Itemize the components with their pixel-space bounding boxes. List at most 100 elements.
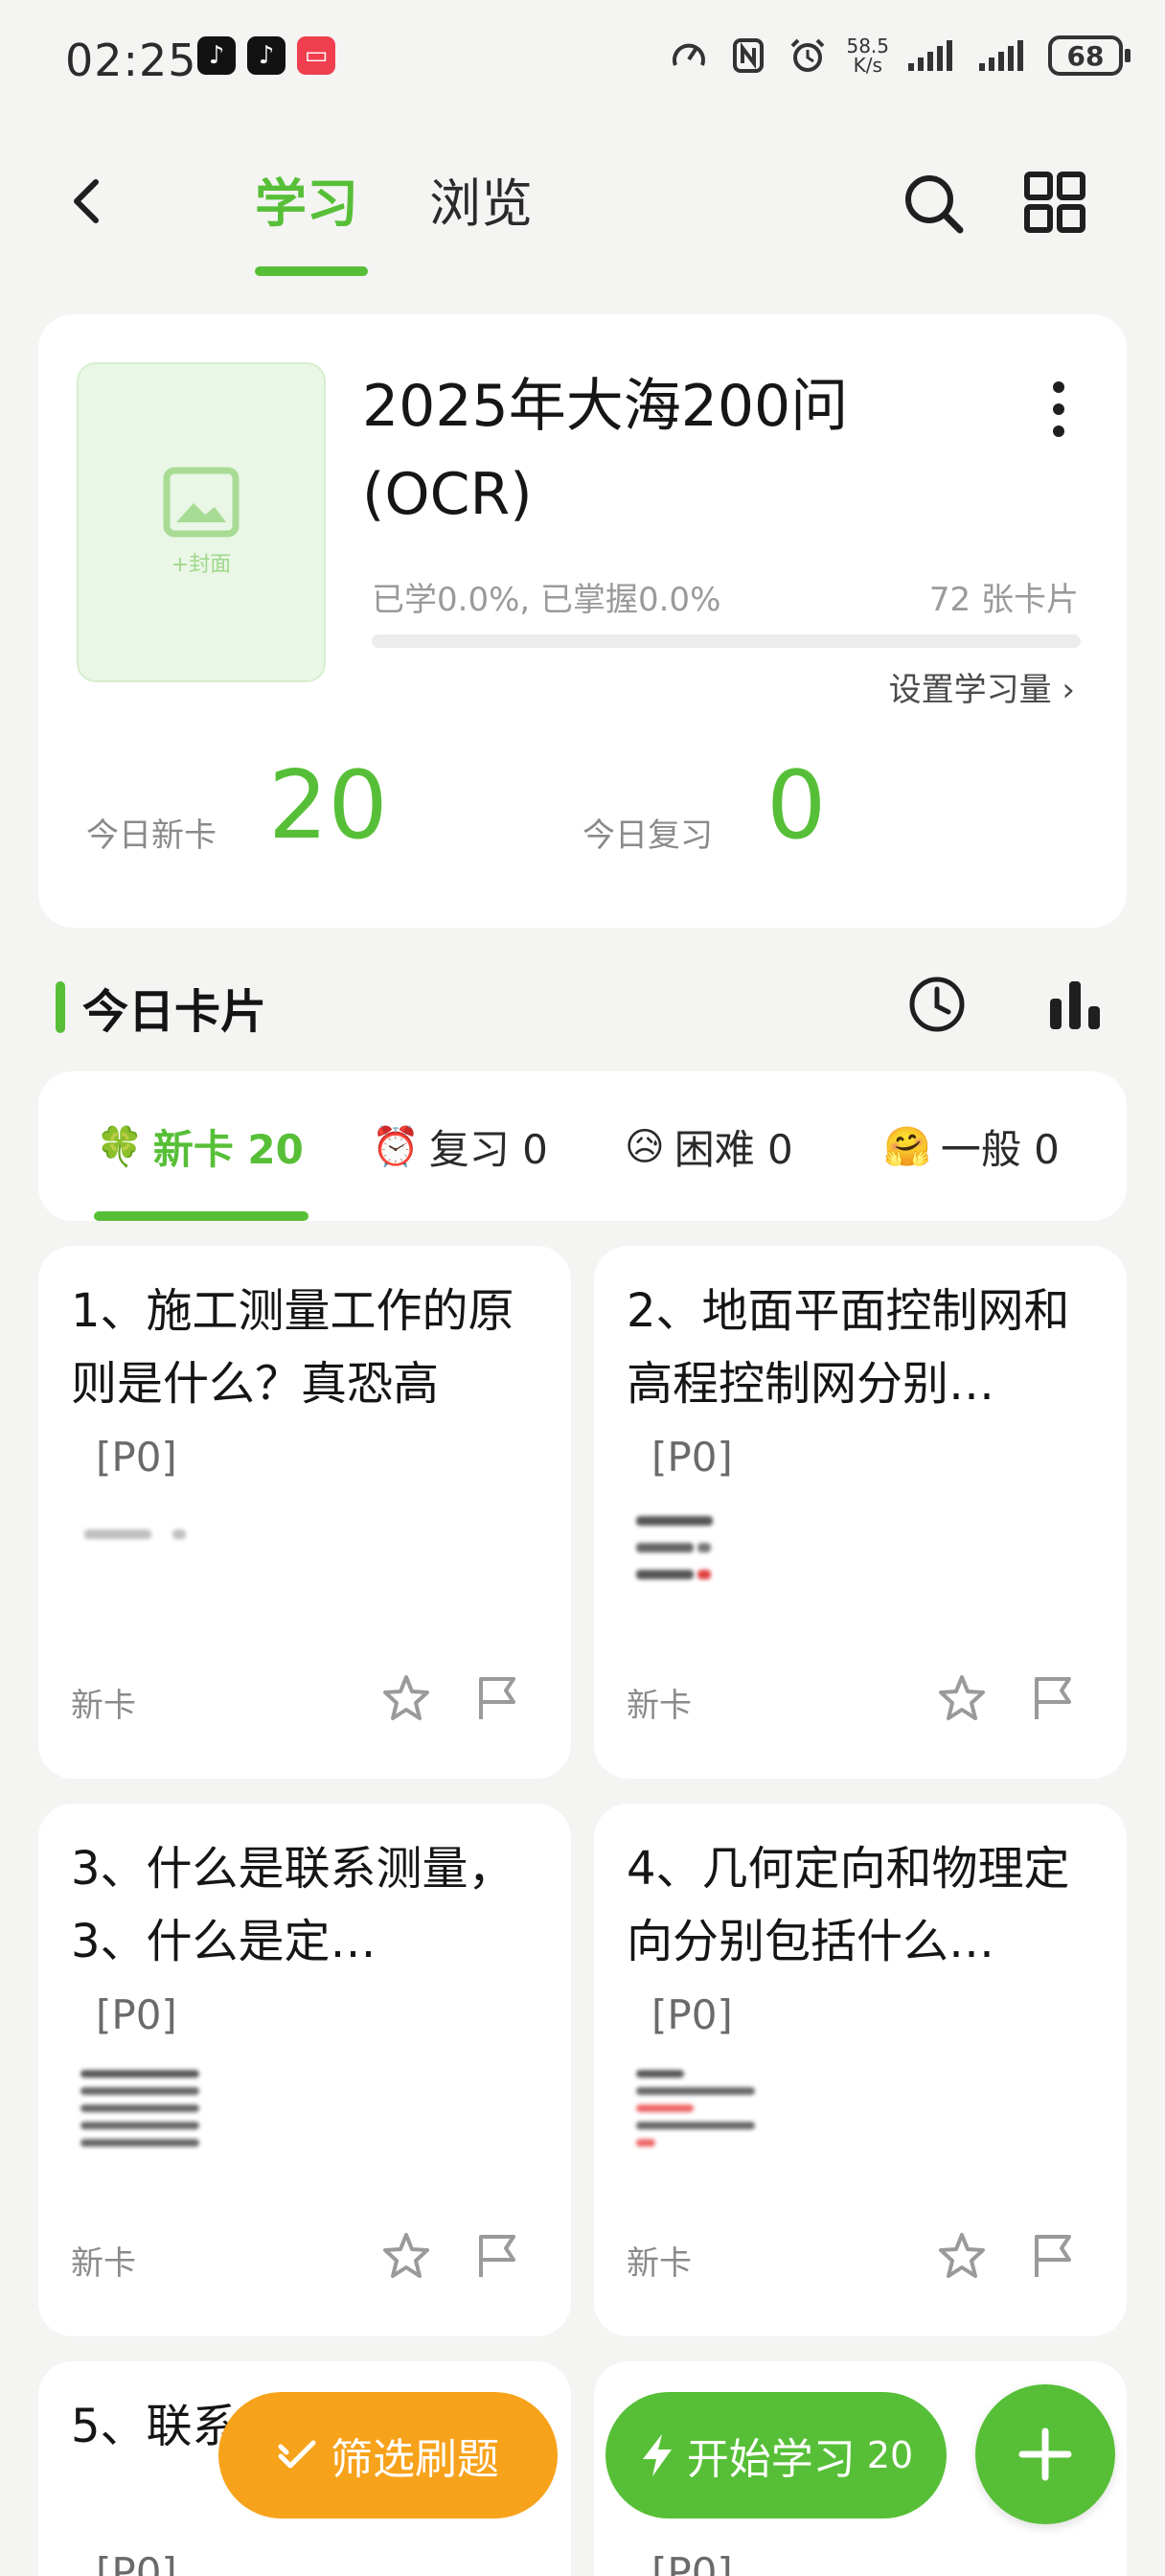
start-study-label: 开始学习 <box>686 2435 856 2484</box>
search-button[interactable] <box>901 171 968 238</box>
status-time: 02:25 <box>65 34 197 86</box>
battery-indicator: 68 <box>1048 35 1131 76</box>
card-status: 新卡 <box>71 1687 136 1725</box>
deck-title: 2025年大海200问(OCR) <box>362 373 849 528</box>
filter-practice-label: 筛选刷题 <box>331 2435 499 2484</box>
card-title: 1、施工测量工作的原则是什么？真恐高 <box>71 1284 514 1411</box>
section-accent-bar <box>56 981 65 1033</box>
card-count: 72 张卡片 <box>928 581 1079 619</box>
nfc-icon <box>727 34 769 77</box>
net-speed-unit: K/s <box>853 54 882 77</box>
tab-study[interactable]: 学习 <box>255 161 358 237</box>
cover-label: +封面 <box>171 553 232 577</box>
active-filter-indicator <box>94 1211 308 1221</box>
flag-button[interactable] <box>1027 1673 1077 1723</box>
card-title: 4、几何定向和物理定向分别包括什么… <box>627 1842 1070 1968</box>
star-icon <box>383 1675 429 1720</box>
filter-tab-new[interactable]: 🍀 新卡 20 <box>96 1117 304 1176</box>
battery-level: 68 <box>1066 39 1105 72</box>
flag-button[interactable] <box>471 2231 521 2281</box>
card-thumbnail <box>636 1510 770 1635</box>
card-status: 新卡 <box>627 2244 692 2283</box>
star-icon <box>939 2233 985 2278</box>
card-tag: [P0] <box>96 2549 177 2576</box>
filter-label: 一般 0 <box>940 1126 1060 1173</box>
star-icon <box>939 1675 985 1720</box>
flashcard[interactable]: 3、什么是联系测量，3、什么是定… [P0] 新卡 <box>38 1804 571 2336</box>
card-tag: [P0] <box>96 1991 177 2038</box>
lightning-icon <box>642 2434 672 2476</box>
card-title: 3、什么是联系测量，3、什么是定… <box>71 1842 514 1968</box>
star-button[interactable] <box>381 2231 431 2281</box>
tiktok-icon: ♪ <box>247 36 286 75</box>
hugging-face-icon: 🤗 <box>883 1125 931 1169</box>
history-button[interactable] <box>904 972 970 1037</box>
start-study-button[interactable]: 开始学习 20 <box>605 2392 947 2518</box>
flag-button[interactable] <box>471 1673 521 1723</box>
new-today-label: 今日新卡 <box>86 816 217 855</box>
flashcard[interactable]: 2、地面平面控制网和高程控制网分别… [P0] 新卡 <box>594 1246 1127 1779</box>
tab-browse[interactable]: 浏览 <box>429 161 533 237</box>
statistics-button[interactable] <box>1044 974 1106 1035</box>
card-title: 2、地面平面控制网和高程控制网分别… <box>627 1284 1070 1411</box>
alarm-clock-icon: ⏰ <box>372 1125 420 1169</box>
card-tag: [P0] <box>651 2549 733 2576</box>
flag-icon <box>1035 1677 1071 1719</box>
card-thumbnail <box>80 2068 215 2193</box>
card-thumbnail <box>80 1510 215 1635</box>
signal-icon <box>906 34 960 77</box>
status-app-icons: ♪ ♪ ▭ <box>197 36 335 75</box>
review-today-value: 0 <box>766 751 827 861</box>
star-icon <box>383 2233 429 2278</box>
flashcard[interactable]: 4、几何定向和物理定向分别包括什么… [P0] 新卡 <box>594 1804 1127 2336</box>
more-vertical-icon <box>1053 381 1064 437</box>
grid-icon <box>1024 172 1085 233</box>
flag-icon <box>479 2235 515 2277</box>
filter-label: 复习 0 <box>428 1126 548 1173</box>
bar-chart-icon <box>1050 981 1100 1029</box>
speedometer-icon <box>668 34 710 77</box>
card-filter-tabs: 🍀 新卡 20 ⏰ 复习 0 😥 困难 0 🤗 一般 0 <box>38 1071 1127 1221</box>
filter-tab-review[interactable]: ⏰ 复习 0 <box>372 1117 548 1176</box>
search-icon <box>905 175 964 234</box>
card-status: 新卡 <box>71 2244 136 2283</box>
signal-icon <box>977 34 1031 77</box>
add-cover-button[interactable]: +封面 <box>77 362 326 682</box>
review-today-label: 今日复习 <box>582 816 713 855</box>
clover-icon: 🍀 <box>96 1125 144 1169</box>
card-thumbnail <box>636 2068 770 2193</box>
progress-bar <box>372 634 1081 648</box>
star-button[interactable] <box>937 1673 987 1723</box>
double-check-icon <box>278 2440 316 2469</box>
filter-practice-button[interactable]: 筛选刷题 <box>218 2392 558 2518</box>
alarm-icon <box>787 34 829 77</box>
deck-summary-card: +封面 2025年大海200问(OCR) 已学0.0%, 已掌握0.0% 72 … <box>38 314 1127 928</box>
flag-button[interactable] <box>1027 2231 1077 2281</box>
top-nav: 学习 浏览 <box>0 144 1165 278</box>
filter-tab-hard[interactable]: 😥 困难 0 <box>625 1117 793 1176</box>
back-button[interactable] <box>59 172 117 230</box>
more-options-button[interactable] <box>1044 376 1073 443</box>
set-study-amount-link[interactable]: 设置学习量 › <box>889 663 1075 710</box>
sad-face-icon: 😥 <box>625 1124 665 1169</box>
status-bar: 02:25 ♪ ♪ ▭ 58.5 K/s 68 <box>0 0 1165 115</box>
card-tag: [P0] <box>96 1434 177 1481</box>
add-card-button[interactable] <box>975 2384 1115 2524</box>
clock-icon <box>909 977 965 1032</box>
section-title: 今日卡片 <box>82 985 267 1039</box>
star-button[interactable] <box>937 2231 987 2281</box>
card-tag: [P0] <box>651 1434 733 1481</box>
grid-view-button[interactable] <box>1023 171 1086 234</box>
filter-label: 新卡 20 <box>152 1126 304 1173</box>
net-speed: 58.5 K/s <box>846 36 889 75</box>
chevron-left-icon <box>74 179 99 223</box>
flashcard[interactable]: 1、施工测量工作的原则是什么？真恐高 [P0] 新卡 <box>38 1246 571 1779</box>
net-speed-value: 58.5 <box>846 34 889 58</box>
active-tab-indicator <box>255 266 368 276</box>
plus-icon <box>1018 2427 1072 2481</box>
status-indicators: 58.5 K/s 68 <box>668 34 1131 77</box>
star-button[interactable] <box>381 1673 431 1723</box>
new-today-value: 20 <box>268 751 388 861</box>
filter-tab-normal[interactable]: 🤗 一般 0 <box>883 1117 1060 1176</box>
red-app-icon: ▭ <box>297 36 335 75</box>
